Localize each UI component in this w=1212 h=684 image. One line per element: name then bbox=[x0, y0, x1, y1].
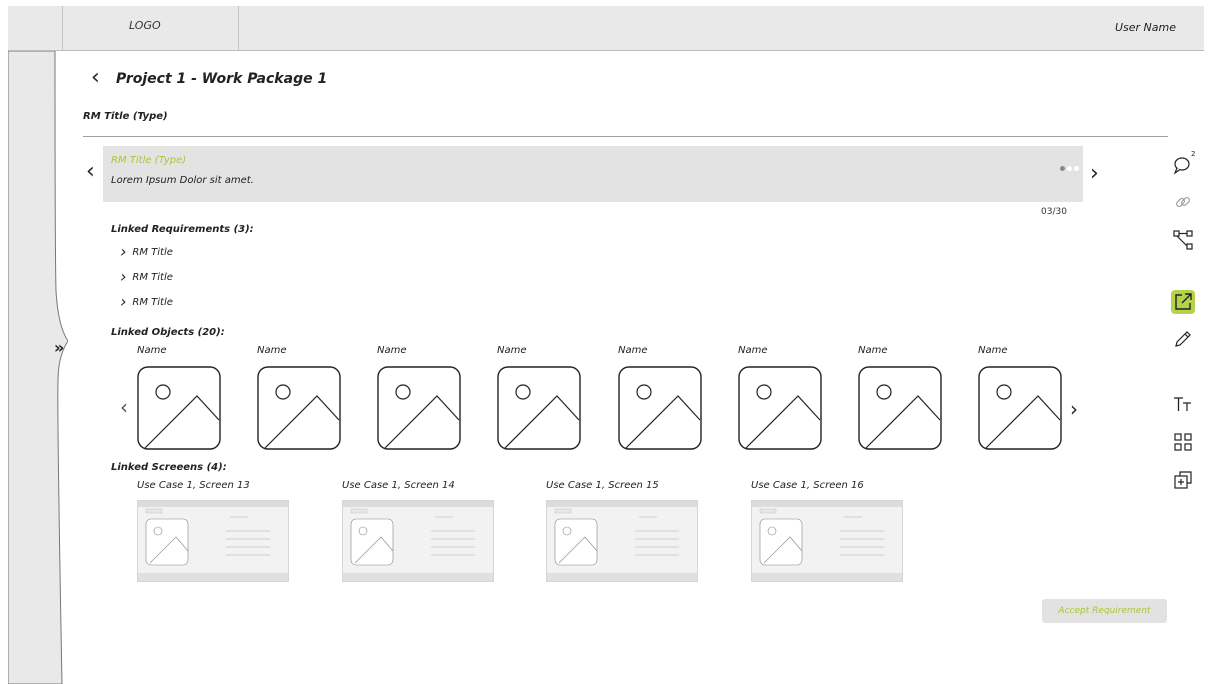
image-placeholder-icon bbox=[497, 366, 581, 450]
linked-requirement-item[interactable]: › RM Title bbox=[120, 267, 173, 286]
object-name: Name bbox=[978, 345, 1008, 356]
object-name: Name bbox=[257, 345, 287, 356]
grid-icon[interactable] bbox=[1171, 430, 1195, 454]
requirement-card: RM Title (Type) Lorem Ipsum Dolor sit am… bbox=[103, 146, 1083, 202]
top-bar: LOGO User Name bbox=[8, 6, 1204, 51]
back-arrow-icon[interactable]: ‹ bbox=[91, 66, 100, 90]
screen-name: Use Case 1, Screen 16 bbox=[751, 480, 864, 491]
page-subtitle: RM Title (Type) bbox=[83, 111, 168, 122]
add-layer-icon[interactable] bbox=[1171, 468, 1195, 492]
object-name: Name bbox=[858, 345, 888, 356]
requirement-description: Lorem Ipsum Dolor sit amet. bbox=[111, 175, 254, 186]
accept-requirement-button[interactable]: Accept Requirement bbox=[1042, 599, 1167, 623]
object-name: Name bbox=[137, 345, 167, 356]
chevron-right-icon: › bbox=[120, 292, 127, 311]
linked-object[interactable]: Name bbox=[858, 345, 944, 450]
edit-icon[interactable] bbox=[1171, 327, 1195, 351]
screen-thumbnail bbox=[751, 500, 903, 582]
linked-requirement-item[interactable]: › RM Title bbox=[120, 292, 173, 311]
text-size-icon[interactable] bbox=[1171, 392, 1195, 416]
object-name: Name bbox=[738, 345, 768, 356]
page-title: Project 1 - Work Package 1 bbox=[116, 71, 328, 87]
screen-thumbnail bbox=[342, 500, 494, 582]
linked-object[interactable]: Name bbox=[257, 345, 343, 450]
chevron-right-icon: › bbox=[120, 267, 127, 286]
image-placeholder-icon bbox=[618, 366, 702, 450]
link-icon[interactable] bbox=[1171, 190, 1195, 214]
linked-object[interactable]: Name bbox=[978, 345, 1064, 450]
screen-name: Use Case 1, Screen 14 bbox=[342, 480, 455, 491]
screen-thumbnail-image bbox=[547, 501, 697, 581]
linked-object[interactable]: Name bbox=[377, 345, 463, 450]
linked-object[interactable]: Name bbox=[618, 345, 704, 450]
expand-sidebar-icon[interactable]: » bbox=[54, 338, 64, 357]
logo[interactable]: LOGO bbox=[62, 6, 239, 50]
dot[interactable] bbox=[1067, 166, 1072, 171]
image-placeholder-icon bbox=[738, 366, 822, 450]
screen-thumbnail-image bbox=[752, 501, 902, 581]
linked-screen[interactable]: Use Case 1, Screen 16 bbox=[751, 480, 903, 582]
linked-requirements-label: Linked Requirements (3): bbox=[111, 224, 254, 235]
linked-object[interactable]: Name bbox=[738, 345, 824, 450]
screen-name: Use Case 1, Screen 15 bbox=[546, 480, 659, 491]
collapsed-sidebar[interactable] bbox=[8, 51, 68, 684]
pagination-dots[interactable] bbox=[1058, 156, 1079, 175]
linked-screen[interactable]: Use Case 1, Screen 13 bbox=[137, 480, 289, 582]
screen-thumbnail-image bbox=[138, 501, 288, 581]
screen-thumbnail-image bbox=[343, 501, 493, 581]
image-placeholder-icon bbox=[858, 366, 942, 450]
requirement-title: RM Title (Type) bbox=[111, 155, 187, 166]
object-name: Name bbox=[497, 345, 527, 356]
linked-object[interactable]: Name bbox=[497, 345, 583, 450]
divider bbox=[83, 136, 1168, 137]
linked-object[interactable]: Name bbox=[137, 345, 223, 450]
object-name: Name bbox=[618, 345, 648, 356]
linked-requirement-item[interactable]: › RM Title bbox=[120, 242, 173, 261]
screen-name: Use Case 1, Screen 13 bbox=[137, 480, 250, 491]
screen-thumbnail bbox=[546, 500, 698, 582]
object-name: Name bbox=[377, 345, 407, 356]
linked-screen[interactable]: Use Case 1, Screen 14 bbox=[342, 480, 494, 582]
next-requirement-icon[interactable]: › bbox=[1090, 162, 1099, 186]
dot[interactable] bbox=[1060, 166, 1065, 171]
linked-requirement-label: RM Title bbox=[132, 272, 173, 283]
linked-screens-label: Linked Screeens (4): bbox=[111, 462, 227, 473]
linked-requirement-label: RM Title bbox=[132, 297, 173, 308]
objects-next-icon[interactable]: › bbox=[1070, 397, 1078, 421]
hierarchy-icon[interactable] bbox=[1171, 228, 1195, 252]
user-name[interactable]: User Name bbox=[1115, 21, 1176, 34]
external-link-icon[interactable] bbox=[1171, 290, 1195, 314]
requirement-counter: 03/30 bbox=[1041, 207, 1067, 217]
comment-count-badge: 2 bbox=[1191, 150, 1196, 158]
linked-requirement-label: RM Title bbox=[132, 247, 173, 258]
image-placeholder-icon bbox=[978, 366, 1062, 450]
image-placeholder-icon bbox=[257, 366, 341, 450]
dot[interactable] bbox=[1074, 166, 1079, 171]
linked-objects-label: Linked Objects (20): bbox=[111, 327, 225, 338]
image-placeholder-icon bbox=[137, 366, 221, 450]
image-placeholder-icon bbox=[377, 366, 461, 450]
chevron-right-icon: › bbox=[120, 242, 127, 261]
previous-requirement-icon[interactable]: ‹ bbox=[86, 160, 95, 184]
logo-text: LOGO bbox=[129, 19, 161, 32]
objects-previous-icon[interactable]: ‹ bbox=[120, 395, 128, 419]
screen-thumbnail bbox=[137, 500, 289, 582]
linked-screen[interactable]: Use Case 1, Screen 15 bbox=[546, 480, 698, 582]
